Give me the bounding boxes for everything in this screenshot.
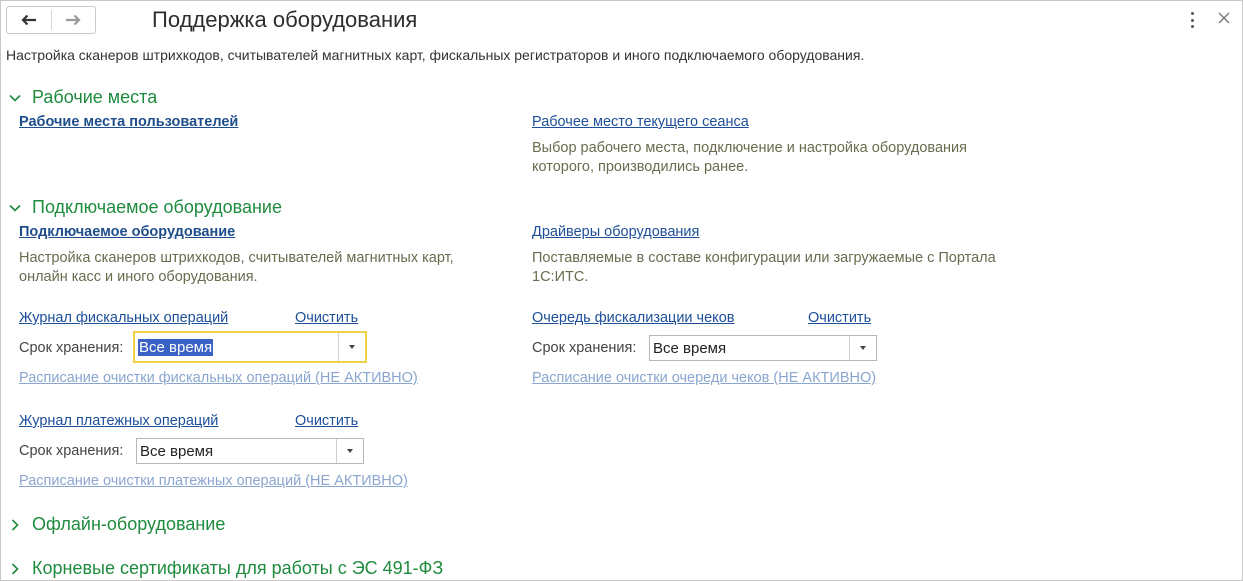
receipt-queue-retention-label: Срок хранения: <box>532 340 637 356</box>
section-workplaces-title: Рабочие места <box>32 87 158 107</box>
equipment-drivers-link[interactable]: Драйверы оборудования <box>532 224 699 240</box>
section-offline-toggle[interactable]: Офлайн-оборудование <box>8 514 225 535</box>
page-title: Поддержка оборудования <box>152 7 418 32</box>
forward-button[interactable] <box>52 7 96 33</box>
receipt-queue-schedule-link[interactable]: Расписание очистки очереди чеков (НЕ АКТ… <box>532 370 876 386</box>
page-description: Настройка сканеров штрихкодов, считывате… <box>6 47 865 63</box>
fiscal-log-clear-link[interactable]: Очистить <box>295 310 358 326</box>
payment-log-retention-label: Срок хранения: <box>19 443 124 459</box>
caret-down-icon <box>860 346 866 350</box>
section-workplaces-toggle[interactable]: Рабочие места <box>8 87 157 108</box>
connected-equipment-link[interactable]: Подключаемое оборудование <box>19 224 235 240</box>
fiscal-log-retention-select[interactable]: Все время <box>133 331 367 363</box>
current-session-workplace-link[interactable]: Рабочее место текущего сеанса <box>532 114 749 130</box>
caret-down-icon <box>347 449 353 453</box>
receipt-queue-retention-value[interactable]: Все время <box>650 336 849 360</box>
fiscal-log-schedule-link[interactable]: Расписание очистки фискальных операций (… <box>19 370 418 386</box>
user-workplaces-link[interactable]: Рабочие места пользователей <box>19 114 238 130</box>
payment-log-retention-dropdown-button[interactable] <box>336 439 363 463</box>
payment-log-retention-value[interactable]: Все время <box>137 439 336 463</box>
fiscal-log-retention-value[interactable]: Все время <box>135 333 338 361</box>
payment-log-retention-select[interactable]: Все время <box>136 438 364 464</box>
receipt-queue-link[interactable]: Очередь фискализации чеков <box>532 310 734 326</box>
section-equipment-title: Подключаемое оборудование <box>32 197 282 217</box>
arrow-left-icon <box>21 14 36 26</box>
payment-log-clear-link[interactable]: Очистить <box>295 413 358 429</box>
fiscal-log-retention-dropdown-button[interactable] <box>338 333 365 361</box>
close-icon[interactable] <box>1217 11 1231 25</box>
chevron-down-icon <box>9 204 21 212</box>
back-button[interactable] <box>7 7 51 33</box>
chevron-right-icon <box>11 518 19 531</box>
caret-down-icon <box>349 345 355 349</box>
chevron-down-icon <box>9 94 21 102</box>
chevron-right-icon <box>11 562 19 575</box>
fiscal-log-link[interactable]: Журнал фискальных операций <box>19 310 228 326</box>
payment-log-link[interactable]: Журнал платежных операций <box>19 413 218 429</box>
receipt-queue-retention-select[interactable]: Все время <box>649 335 877 361</box>
section-certificates-toggle[interactable]: Корневые сертификаты для работы с ЭС 491… <box>8 558 443 579</box>
section-offline-title: Офлайн-оборудование <box>32 514 226 534</box>
section-certificates-title: Корневые сертификаты для работы с ЭС 491… <box>32 558 444 578</box>
more-vertical-icon[interactable] <box>1185 10 1199 30</box>
navigation-buttons <box>6 6 96 34</box>
equipment-drivers-note: Поставляемые в составе конфигурации или … <box>532 250 996 285</box>
window-frame <box>0 0 1243 581</box>
section-equipment-toggle[interactable]: Подключаемое оборудование <box>8 197 282 218</box>
connected-equipment-note: Настройка сканеров штрихкодов, считывате… <box>19 250 454 285</box>
receipt-queue-retention-dropdown-button[interactable] <box>849 336 876 360</box>
current-session-workplace-note: Выбор рабочего места, подключение и наст… <box>532 140 967 175</box>
fiscal-log-retention-label: Срок хранения: <box>19 340 124 356</box>
arrow-right-icon <box>66 14 81 26</box>
receipt-queue-clear-link[interactable]: Очистить <box>808 310 871 326</box>
payment-log-schedule-link[interactable]: Расписание очистки платежных операций (Н… <box>19 473 408 489</box>
